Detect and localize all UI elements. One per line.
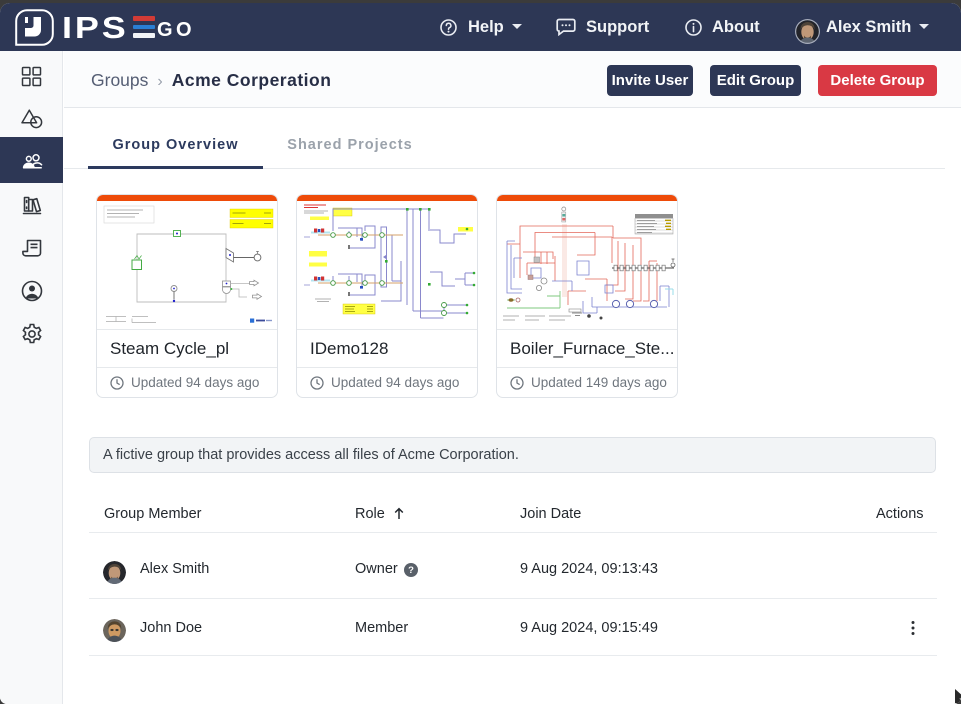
svg-text:?: ?: [408, 565, 414, 576]
